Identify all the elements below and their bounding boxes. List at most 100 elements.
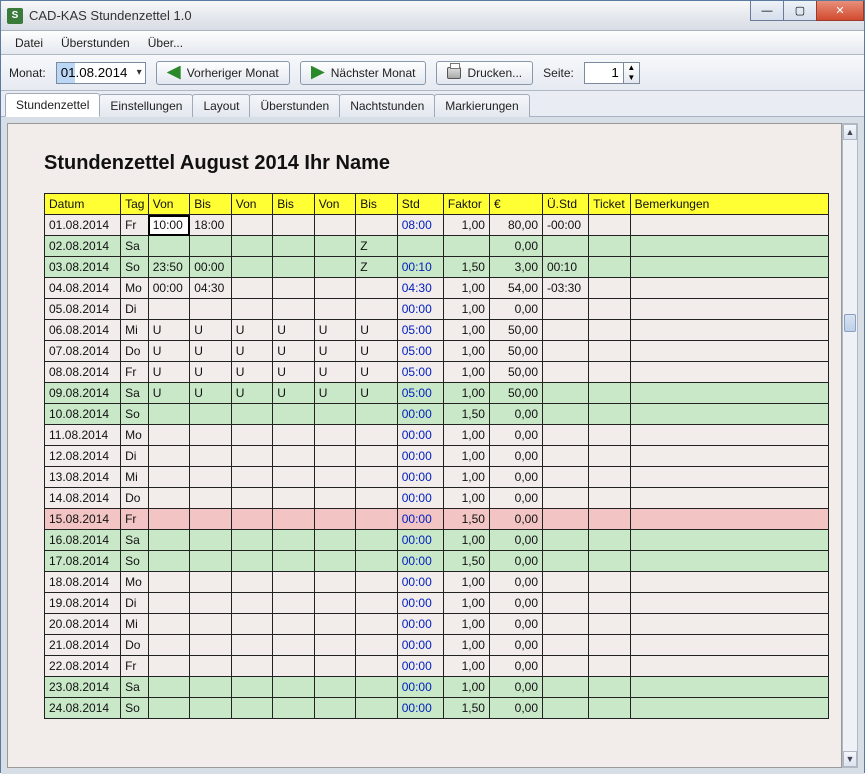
table-cell[interactable] [630, 257, 828, 278]
column-header[interactable]: Faktor [443, 194, 489, 215]
table-cell[interactable] [543, 509, 589, 530]
table-cell[interactable]: 08:00 [397, 215, 443, 236]
table-cell[interactable]: 1,00 [443, 614, 489, 635]
table-cell[interactable] [543, 530, 589, 551]
table-cell[interactable] [589, 698, 631, 719]
prev-month-button[interactable]: Vorheriger Monat [156, 61, 290, 85]
table-cell[interactable]: U [273, 383, 315, 404]
table-cell[interactable] [356, 467, 398, 488]
tab-nachtstunden[interactable]: Nachtstunden [339, 94, 435, 117]
table-cell[interactable]: Mi [121, 320, 149, 341]
table-cell[interactable]: Sa [121, 236, 149, 257]
table-cell[interactable]: 0,00 [489, 299, 542, 320]
table-cell[interactable]: 00:00 [397, 299, 443, 320]
table-cell[interactable] [231, 530, 273, 551]
table-cell[interactable]: 1,00 [443, 635, 489, 656]
table-cell[interactable] [630, 299, 828, 320]
table-cell[interactable] [190, 614, 232, 635]
table-cell[interactable]: Di [121, 446, 149, 467]
table-cell[interactable]: 0,00 [489, 656, 542, 677]
table-cell[interactable]: Mo [121, 572, 149, 593]
table-cell[interactable] [190, 236, 232, 257]
table-cell[interactable]: Di [121, 593, 149, 614]
table-cell[interactable] [543, 299, 589, 320]
table-cell[interactable]: Mo [121, 425, 149, 446]
table-cell[interactable]: U [231, 320, 273, 341]
table-cell[interactable] [589, 278, 631, 299]
table-cell[interactable] [314, 299, 356, 320]
table-cell[interactable]: Mo [121, 278, 149, 299]
table-cell[interactable] [273, 593, 315, 614]
table-cell[interactable] [356, 677, 398, 698]
table-cell[interactable]: 54,00 [489, 278, 542, 299]
table-cell[interactable]: So [121, 551, 149, 572]
table-cell[interactable]: 0,00 [489, 404, 542, 425]
table-cell[interactable] [148, 467, 190, 488]
table-cell[interactable]: 0,00 [489, 635, 542, 656]
table-cell[interactable]: So [121, 404, 149, 425]
table-cell[interactable] [543, 404, 589, 425]
table-cell[interactable]: 00:00 [397, 425, 443, 446]
table-cell[interactable] [630, 446, 828, 467]
table-cell[interactable]: U [148, 320, 190, 341]
table-cell[interactable] [589, 383, 631, 404]
table-cell[interactable] [543, 656, 589, 677]
table-cell[interactable] [543, 698, 589, 719]
table-cell[interactable]: 00:10 [543, 257, 589, 278]
table-cell[interactable]: 00:00 [397, 614, 443, 635]
table-cell[interactable]: 50,00 [489, 362, 542, 383]
table-cell[interactable] [630, 635, 828, 656]
table-cell[interactable]: 1,00 [443, 425, 489, 446]
column-header[interactable]: Bis [190, 194, 232, 215]
table-cell[interactable] [148, 236, 190, 257]
table-cell[interactable] [356, 509, 398, 530]
table-cell[interactable] [589, 509, 631, 530]
column-header[interactable]: Ü.Std [543, 194, 589, 215]
table-cell[interactable] [148, 509, 190, 530]
table-cell[interactable] [543, 341, 589, 362]
table-cell[interactable] [190, 425, 232, 446]
table-cell[interactable] [314, 467, 356, 488]
table-cell[interactable]: U [190, 383, 232, 404]
column-header[interactable]: Tag [121, 194, 149, 215]
table-cell[interactable]: Fr [121, 215, 149, 236]
table-cell[interactable] [314, 488, 356, 509]
table-cell[interactable] [231, 635, 273, 656]
table-cell[interactable] [314, 215, 356, 236]
menu-item-datei[interactable]: Datei [7, 34, 51, 52]
table-cell[interactable] [231, 614, 273, 635]
table-cell[interactable]: 1,00 [443, 320, 489, 341]
menu-item-ber[interactable]: Über... [140, 34, 191, 52]
table-cell[interactable] [148, 530, 190, 551]
table-cell[interactable] [190, 488, 232, 509]
table-cell[interactable]: 0,00 [489, 446, 542, 467]
table-cell[interactable]: 1,50 [443, 551, 489, 572]
table-cell[interactable]: 23.08.2014 [45, 677, 121, 698]
table-cell[interactable] [543, 593, 589, 614]
table-cell[interactable]: 0,00 [489, 572, 542, 593]
table-cell[interactable] [190, 572, 232, 593]
table-cell[interactable] [630, 236, 828, 257]
table-cell[interactable] [543, 635, 589, 656]
table-cell[interactable] [543, 362, 589, 383]
table-cell[interactable] [148, 299, 190, 320]
table-cell[interactable]: 0,00 [489, 551, 542, 572]
table-cell[interactable] [314, 530, 356, 551]
table-cell[interactable]: 22.08.2014 [45, 656, 121, 677]
table-cell[interactable]: 01.08.2014 [45, 215, 121, 236]
column-header[interactable]: Datum [45, 194, 121, 215]
table-cell[interactable]: 05:00 [397, 362, 443, 383]
table-cell[interactable]: 11.08.2014 [45, 425, 121, 446]
table-cell[interactable] [630, 320, 828, 341]
table-cell[interactable]: 16.08.2014 [45, 530, 121, 551]
table-cell[interactable] [231, 656, 273, 677]
table-cell[interactable]: 10:00 [148, 215, 190, 236]
table-cell[interactable] [273, 656, 315, 677]
table-cell[interactable] [273, 446, 315, 467]
table-cell[interactable]: 1,00 [443, 467, 489, 488]
table-cell[interactable]: 00:00 [148, 278, 190, 299]
table-cell[interactable] [231, 278, 273, 299]
table-cell[interactable] [543, 677, 589, 698]
table-cell[interactable]: 1,00 [443, 362, 489, 383]
table-cell[interactable] [314, 509, 356, 530]
